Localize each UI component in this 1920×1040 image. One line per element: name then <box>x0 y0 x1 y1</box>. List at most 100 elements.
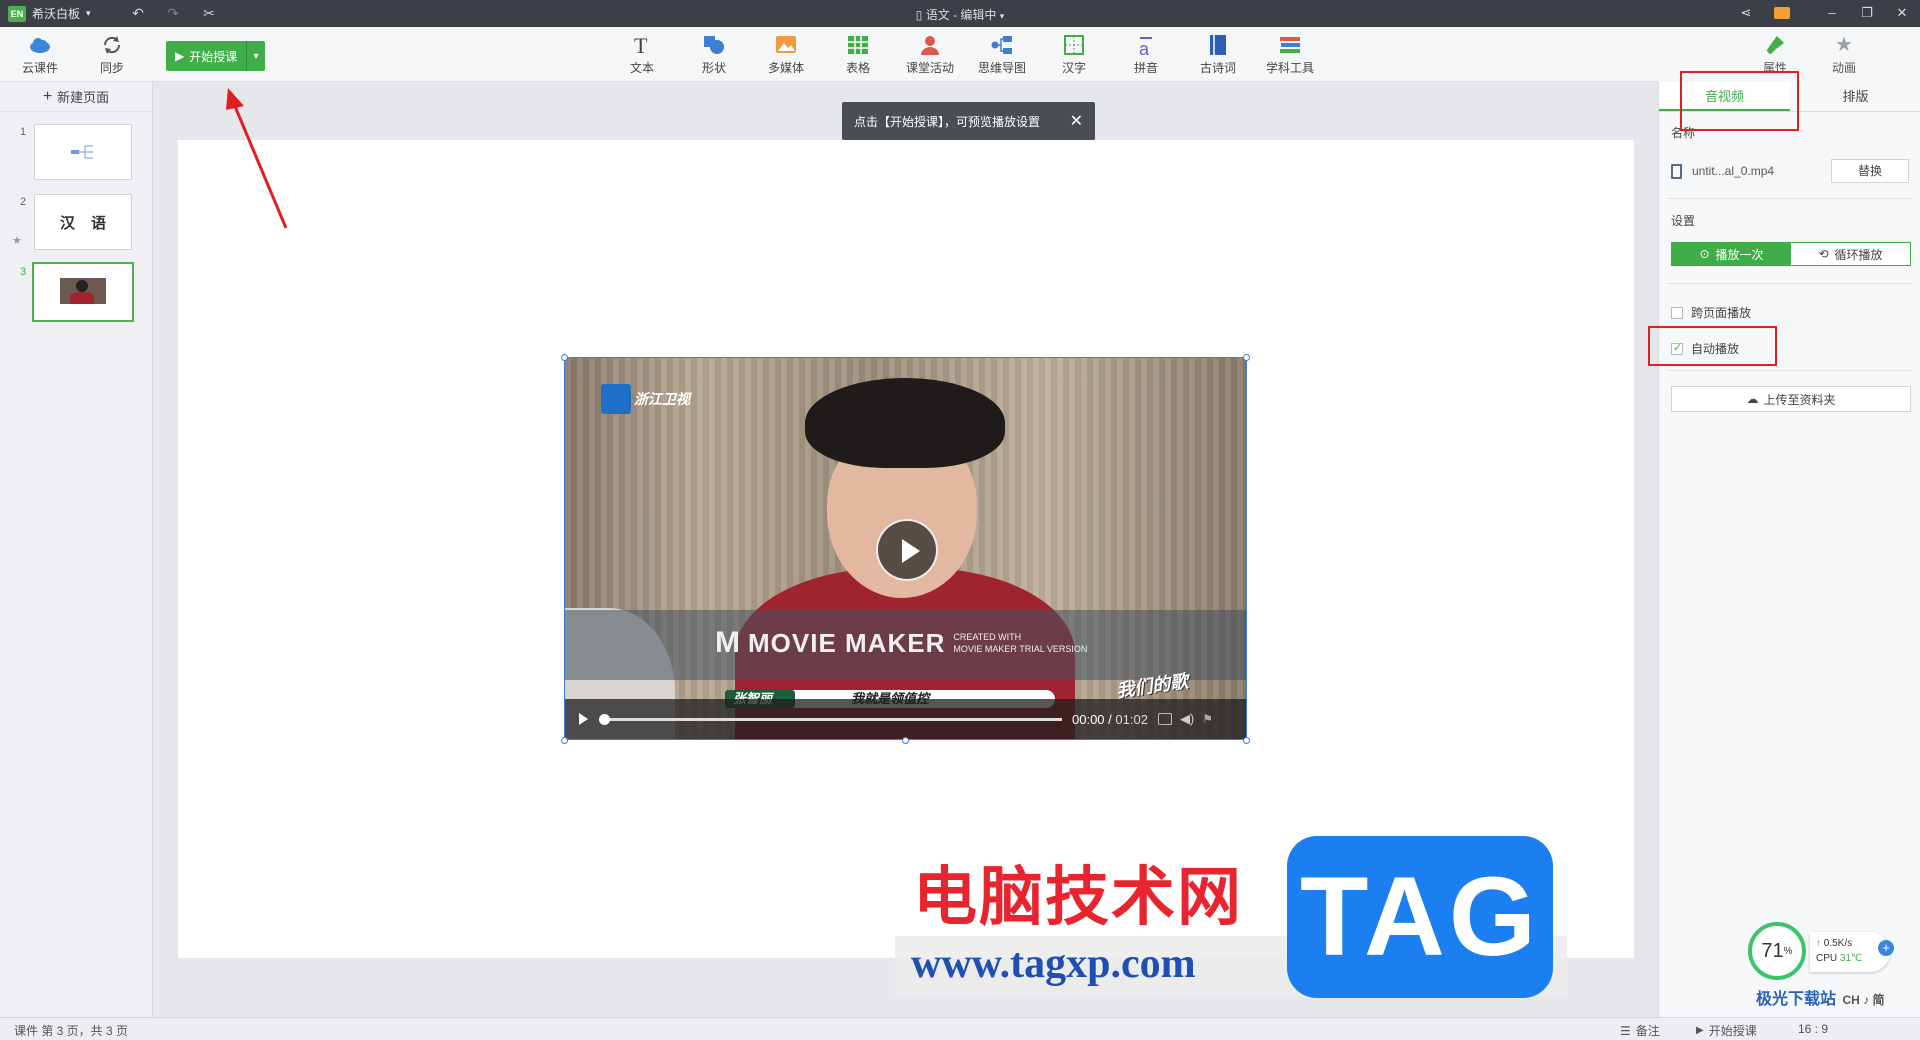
notes-icon: ☰ <box>1620 1023 1631 1038</box>
progress-knob[interactable] <box>599 713 610 725</box>
books-stack-icon <box>1278 33 1302 57</box>
video-player[interactable]: 浙江卫视 M MOVIE MAKER CREATED WITH MOVIE MAK… <box>564 357 1247 740</box>
flag-icon[interactable]: ⚑ <box>1202 712 1213 726</box>
checkbox[interactable] <box>1671 306 1683 319</box>
file-name: untit...al_0.mp4 <box>1692 164 1775 178</box>
movie-maker-watermark: M MOVIE MAKER CREATED WITH MOVIE MAKER TR… <box>715 626 1088 659</box>
page-thumbnail-active[interactable]: 3 <box>0 262 153 324</box>
resize-handle[interactable] <box>1243 354 1250 361</box>
tool-pinyin[interactable]: a 拼音 <box>1118 33 1174 76</box>
pinyin-icon: a <box>1134 33 1158 59</box>
annotation-box <box>1648 326 1777 366</box>
performance-widget[interactable]: 71% ↑ 0.5K/s CPU 31℃ + <box>1748 922 1896 982</box>
settings-label: 设置 <box>1671 214 1696 228</box>
channel-logo: 浙江卫视 <box>601 384 690 414</box>
tool-media[interactable]: 多媒体 <box>758 33 814 76</box>
tab-layout[interactable]: 排版 <box>1790 82 1920 111</box>
play-once-option[interactable]: ⊙ 播放一次 <box>1672 243 1791 265</box>
play-icon: ▶ <box>1696 1025 1704 1036</box>
resize-handle[interactable] <box>561 354 568 361</box>
properties-panel: 音视频 排版 名称 untit...al_0.mp4 替换 设置 ⊙ 播放一次 … <box>1658 82 1920 1017</box>
properties-tab[interactable]: 属性 <box>1750 33 1800 76</box>
video-controls: 00:00 / 01:02 ◀) ⚑ <box>565 699 1246 739</box>
star-icon: ★ <box>1835 34 1853 56</box>
minimize-button[interactable]: – <box>1820 3 1844 23</box>
play-button[interactable] <box>876 519 938 581</box>
mindmap-icon <box>990 33 1014 57</box>
start-dropdown-button[interactable]: ▾ <box>247 51 265 62</box>
corner-logo: 极光下载站 CH ♪ 简 <box>1756 991 1885 1008</box>
mail-icon[interactable] <box>1774 7 1790 19</box>
document-icon: ▯ <box>915 8 923 22</box>
page-thumbnail[interactable]: 2 ★ 汉 语 <box>0 194 153 254</box>
chevron-down-icon: ▾ <box>999 11 1005 21</box>
plus-icon: + <box>42 87 53 105</box>
close-button[interactable]: ✕ <box>1890 3 1914 23</box>
animation-tab[interactable]: ★ 动画 <box>1819 33 1869 76</box>
toolbar: 云课件 同步 ▶ 开始授课 ▾ T 文本 形状 多媒体 表格 课堂活动 思维导图 <box>0 27 1920 82</box>
text-icon: T <box>630 33 654 58</box>
shape-icon <box>702 33 726 57</box>
tool-subject[interactable]: 学科工具 <box>1262 33 1318 76</box>
grid-char-icon <box>1062 33 1086 57</box>
undo-icon[interactable]: ↶ <box>128 4 148 22</box>
notes-button[interactable]: ☰ 备注 <box>1620 1022 1660 1039</box>
resize-handle[interactable] <box>561 737 568 744</box>
status-start-button[interactable]: ▶ 开始授课 <box>1696 1022 1757 1039</box>
redo-icon[interactable]: ↷ <box>163 4 183 22</box>
cut-icon[interactable]: ✂ <box>199 4 219 22</box>
book-icon <box>1206 33 1230 57</box>
loop-play-option[interactable]: ⟲ 循环播放 <box>1791 243 1910 265</box>
pages-panel: + 新建页面 1 2 ★ 汉 语 3 <box>0 82 153 1017</box>
resize-handle[interactable] <box>1243 737 1250 744</box>
document-title[interactable]: ▯ 语文 - 编辑中 ▾ <box>916 6 1005 23</box>
plus-icon[interactable]: + <box>1878 940 1894 956</box>
app-name: 希沃白板 <box>32 7 81 21</box>
loop-icon: ⟲ <box>1818 247 1829 261</box>
tool-table[interactable]: 表格 <box>830 33 886 76</box>
svg-text:a: a <box>1139 39 1150 57</box>
title-bar: EN 希沃白板 ▾ ↶ ↷ ✂ ▯ 语文 - 编辑中 ▾ ⋖ – ❐ ✕ <box>0 0 1920 27</box>
volume-icon[interactable]: ◀) <box>1180 711 1194 727</box>
cross-page-checkbox[interactable]: 跨页面播放 <box>1671 304 1751 321</box>
tool-class-activity[interactable]: 课堂活动 <box>902 33 958 76</box>
image-icon <box>774 33 798 57</box>
tool-shape[interactable]: 形状 <box>686 33 742 76</box>
resize-handle[interactable] <box>902 737 909 744</box>
chevron-down-icon: ▾ <box>86 8 91 18</box>
thumb-video <box>60 278 106 304</box>
tool-poetry[interactable]: 古诗词 <box>1190 33 1246 76</box>
tool-chinese-char[interactable]: 汉字 <box>1046 33 1102 76</box>
cloud-courseware-button[interactable]: 云课件 <box>12 33 68 76</box>
play-icon[interactable] <box>579 713 588 725</box>
share-icon[interactable]: ⋖ <box>1734 3 1758 23</box>
close-icon[interactable]: ✕ <box>1070 111 1083 131</box>
app-logo: EN <box>8 5 26 22</box>
svg-text:T: T <box>634 33 648 57</box>
status-bar: 课件 第 3 页，共 3 页 ☰ 备注 ▶ 开始授课 16 : 9 <box>0 1017 1920 1040</box>
camera-icon[interactable] <box>1157 713 1172 725</box>
play-icon: ▶ <box>175 49 185 63</box>
annotation-arrow <box>226 88 288 229</box>
page-thumbnail[interactable]: 1 <box>0 124 153 184</box>
start-teaching-button[interactable]: ▶ 开始授课 ▾ <box>166 41 265 71</box>
table-icon <box>846 33 870 57</box>
memory-ring: 71% <box>1748 922 1806 980</box>
upload-button[interactable]: ☁ 上传至资料夹 <box>1671 386 1911 412</box>
aspect-ratio[interactable]: 16 : 9 <box>1798 1022 1828 1036</box>
arrow-up-icon: ↑ <box>1816 938 1821 949</box>
page-info: 课件 第 3 页，共 3 页 <box>14 1024 129 1038</box>
sync-button[interactable]: 同步 <box>84 33 140 76</box>
restore-button[interactable]: ❐ <box>1855 3 1879 23</box>
star-icon: ★ <box>12 235 22 247</box>
cloud-upload-icon: ☁ <box>1746 392 1759 406</box>
replace-button[interactable]: 替换 <box>1831 159 1909 183</box>
new-page-button[interactable]: + 新建页面 <box>0 82 152 112</box>
tool-mind-map[interactable]: 思维导图 <box>974 33 1030 76</box>
tool-text[interactable]: T 文本 <box>614 33 670 76</box>
tooltip: 点击【开始授课】，可预览播放设置 ✕ <box>842 102 1095 140</box>
progress-bar[interactable] <box>599 713 1062 725</box>
file-row: untit...al_0.mp4 替换 <box>1671 158 1909 184</box>
app-menu[interactable]: EN 希沃白板 ▾ <box>8 5 91 22</box>
cloud-icon <box>28 33 52 57</box>
